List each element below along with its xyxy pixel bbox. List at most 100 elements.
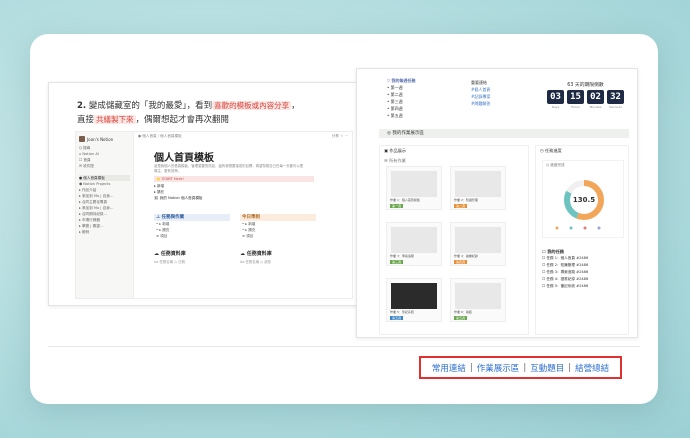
- work-thumbnail: [391, 227, 437, 253]
- bullet-item: ▸ 新增: [154, 184, 165, 188]
- task-item[interactable]: ☐ 任務 2：知識管理 #2486: [542, 262, 588, 269]
- nav-separator: |: [469, 362, 473, 373]
- progress-panel: ◷ 任務進度 ◷ 進度完成 130.5 ☐ 我的任務 ☐ 任務 1：個人首頁 #…: [535, 145, 629, 335]
- step-number: 2.: [77, 101, 87, 111]
- countdown-digit: 02: [587, 90, 604, 104]
- weekly-task-list: ▽ 我的每週任務 • 第一週 • 第二週 • 第三週 • 第四週 • 第五週: [387, 77, 415, 119]
- column-today: 今日準則 • ▸ 新增 • ▸ 擴充 ≡ 項目: [240, 214, 316, 239]
- link-item[interactable]: #個人首頁: [471, 86, 490, 93]
- countdown-label: Hours: [571, 105, 580, 109]
- step-instruction: 2. 變成儲藏室的「我的最愛」，看到 喜歡的模板或內容分享， 直接 共繕製下來 ，偶爾…: [77, 99, 357, 127]
- work-thumbnail: [391, 171, 437, 197]
- column-header: ⊥ 任務與作業: [154, 214, 230, 221]
- works-sub: ☰ 所有作業: [384, 158, 406, 163]
- column-row: ≡ 項目: [156, 234, 168, 238]
- step-text-2a: 直接: [77, 115, 95, 125]
- section-bar: ◎ 我的作業展示區: [379, 129, 629, 138]
- left-slide-thumbnail[interactable]: 2. 變成儲藏室的「我的最愛」，看到 喜歡的模板或內容分享， 直接 共繕製下來 ，偶爾…: [48, 82, 360, 306]
- right-slide-thumbnail[interactable]: ▽ 我的每週任務 • 第一週 • 第二週 • 第三週 • 第四週 • 第五週 重要連結 …: [356, 68, 638, 338]
- work-tag: 第五週: [454, 316, 468, 320]
- task-item[interactable]: ☐ 任務 3：專案追蹤 #2486: [542, 269, 588, 276]
- countdown-title: 63 天的期限倒數: [567, 83, 604, 88]
- work-caption: 作業 1：個人首頁模板: [390, 198, 420, 202]
- week-item: • 第一週: [387, 85, 403, 90]
- task-item[interactable]: ☐ 任務 1：個人首頁 #2486: [542, 255, 588, 262]
- link-item[interactable]: #記錄專案: [471, 93, 490, 100]
- column-row: ≡ 項目: [242, 234, 254, 238]
- countdown-digit: 15: [567, 90, 584, 104]
- workspace-avatar: [79, 136, 85, 142]
- step-text-1a: 變成儲藏室的「我的最愛」，看到: [88, 101, 213, 111]
- workspace-name: Joan's Notion: [87, 136, 114, 142]
- countdown-widget: 63 天的期限倒數 03 15 02 32 Days Hours Minutes Secon…: [547, 81, 624, 109]
- notion-topbar: ● 個人首頁 / 個人首頁模板 分享 ☆ ⋯: [134, 132, 352, 141]
- workspace-switcher: Joan's Notion: [79, 136, 130, 142]
- database-title: ☁ 任務資料庫: [154, 251, 186, 257]
- sidebar-item[interactable]: ▸ 範例: [79, 229, 130, 235]
- nav-separator: |: [523, 362, 527, 373]
- work-caption: 作業 5：筆記系統: [390, 310, 414, 314]
- notion-sidebar: Joan's Notion Q 搜尋 ⌂ Notion AI ☐ 首頁 ✉ 收件匣 ● …: [76, 132, 134, 298]
- work-card[interactable]: 作業 6：總結 第五週: [450, 278, 506, 322]
- work-card[interactable]: 作業 2：知識管理 第二週: [450, 166, 506, 210]
- dashboard-header: ▽ 我的每週任務 • 第一週 • 第二週 • 第三週 • 第四週 • 第五週 重要連結 …: [357, 69, 637, 123]
- work-caption: 作業 2：知識管理: [454, 198, 478, 202]
- donut-card: ◷ 進度完成 130.5: [542, 160, 624, 238]
- work-tag: 第二週: [454, 204, 468, 208]
- notion-screenshot: Joan's Notion Q 搜尋 ⌂ Notion AI ☐ 首頁 ✉ 收件匣 ● …: [75, 131, 353, 299]
- page-link: ⛓ 我的 Notion 個人首頁模板: [154, 196, 203, 200]
- column-tasks: ⊥ 任務與作業 • ▸ 新增 • ▸ 擴充 ≡ 項目: [154, 214, 230, 239]
- database-columns: Aa 任務名稱 ◷ 日期: [154, 260, 185, 264]
- works-gallery: ▣ 作品展示 ☰ 所有作業 作業 1：個人首頁模板 第一週 作業 2：知識管理 第二週…: [379, 145, 529, 335]
- page-title: 個人首頁模板: [154, 153, 214, 164]
- work-thumbnail: [455, 171, 501, 197]
- week-item: • 第三週: [387, 99, 403, 104]
- work-thumbnail: [391, 283, 437, 309]
- notion-main: ● 個人首頁 / 個人首頁模板 分享 ☆ ⋯ 個人首頁模板 這是我個人的首頁模板…: [134, 132, 352, 298]
- countdown-label: Minutes: [589, 105, 602, 109]
- task-list: ☐ 我的任務 ☐ 任務 1：個人首頁 #2486 ☐ 任務 2：知識管理 #248…: [542, 248, 588, 290]
- countdown-digit: 03: [547, 90, 564, 104]
- breadcrumb: ● 個人首頁 / 個人首頁模板: [138, 134, 182, 138]
- bullet-item: ▸ 擴充: [154, 190, 165, 194]
- step-highlight-1: 喜歡的模板或內容分享: [212, 101, 292, 110]
- topbar-actions: 分享 ☆ ⋯: [331, 134, 348, 138]
- work-card[interactable]: 作業 5：筆記系統 第五週: [386, 278, 442, 322]
- database-columns: Aa 任務名稱 ◷ 狀態: [240, 260, 271, 264]
- database-title: ☁ 任務資料庫: [240, 251, 272, 257]
- link-item[interactable]: #問題解答: [471, 100, 490, 107]
- countdown-label: Days: [551, 105, 560, 109]
- task-item[interactable]: ☐ 任務 5：筆記系統 #2486: [542, 283, 588, 290]
- countdown-digit: 32: [607, 90, 624, 104]
- work-tag: 第五週: [390, 316, 404, 320]
- countdown-label: Seconds: [609, 105, 622, 109]
- nav-link-common-links[interactable]: 常用連結: [432, 362, 466, 374]
- tasks-heading: ☐ 我的任務: [542, 249, 564, 254]
- week-item: • 第五週: [387, 113, 403, 118]
- nav-separator: |: [568, 362, 572, 373]
- work-card[interactable]: 作業 1：個人首頁模板 第一週: [386, 166, 442, 210]
- step-highlight-2: 共繕製下來: [94, 115, 136, 124]
- column-header: 今日準則: [240, 214, 316, 221]
- donut-value: 130.5: [573, 196, 595, 204]
- important-links: 重要連結 #個人首頁 #記錄專案 #問題解答: [471, 79, 490, 107]
- slide-card: 2. 變成儲藏室的「我的最愛」，看到 喜歡的模板或內容分享， 直接 共繕製下來 ，偶爾…: [30, 34, 658, 404]
- work-caption: 作業 4：讀書紀錄: [454, 254, 478, 258]
- work-thumbnail: [455, 227, 501, 253]
- work-tag: 第三週: [390, 260, 404, 264]
- work-tag: 第一週: [390, 204, 404, 208]
- nav-link-interactive[interactable]: 互動題目: [530, 362, 564, 374]
- work-card[interactable]: 作業 3：專案追蹤 第三週: [386, 222, 442, 266]
- progress-heading: ◷ 任務進度: [540, 148, 562, 153]
- nav-link-works[interactable]: 作業展示區: [477, 362, 520, 374]
- work-card[interactable]: 作業 4：讀書紀錄 第四週: [450, 222, 506, 266]
- links-heading: 重要連結: [471, 80, 487, 85]
- divider: [48, 346, 640, 347]
- callout: ⭐ START Here!: [154, 176, 314, 182]
- task-item[interactable]: ☐ 任務 4：讀書紀錄 #2486: [542, 276, 588, 283]
- nav-link-summary[interactable]: 結營總結: [575, 362, 609, 374]
- step-text-1b: ，: [291, 101, 300, 111]
- step-text-2b: ，偶爾想起才會再次翻閱: [135, 115, 230, 125]
- week-item: • 第四週: [387, 106, 403, 111]
- work-caption: 作業 6：總結: [454, 310, 472, 314]
